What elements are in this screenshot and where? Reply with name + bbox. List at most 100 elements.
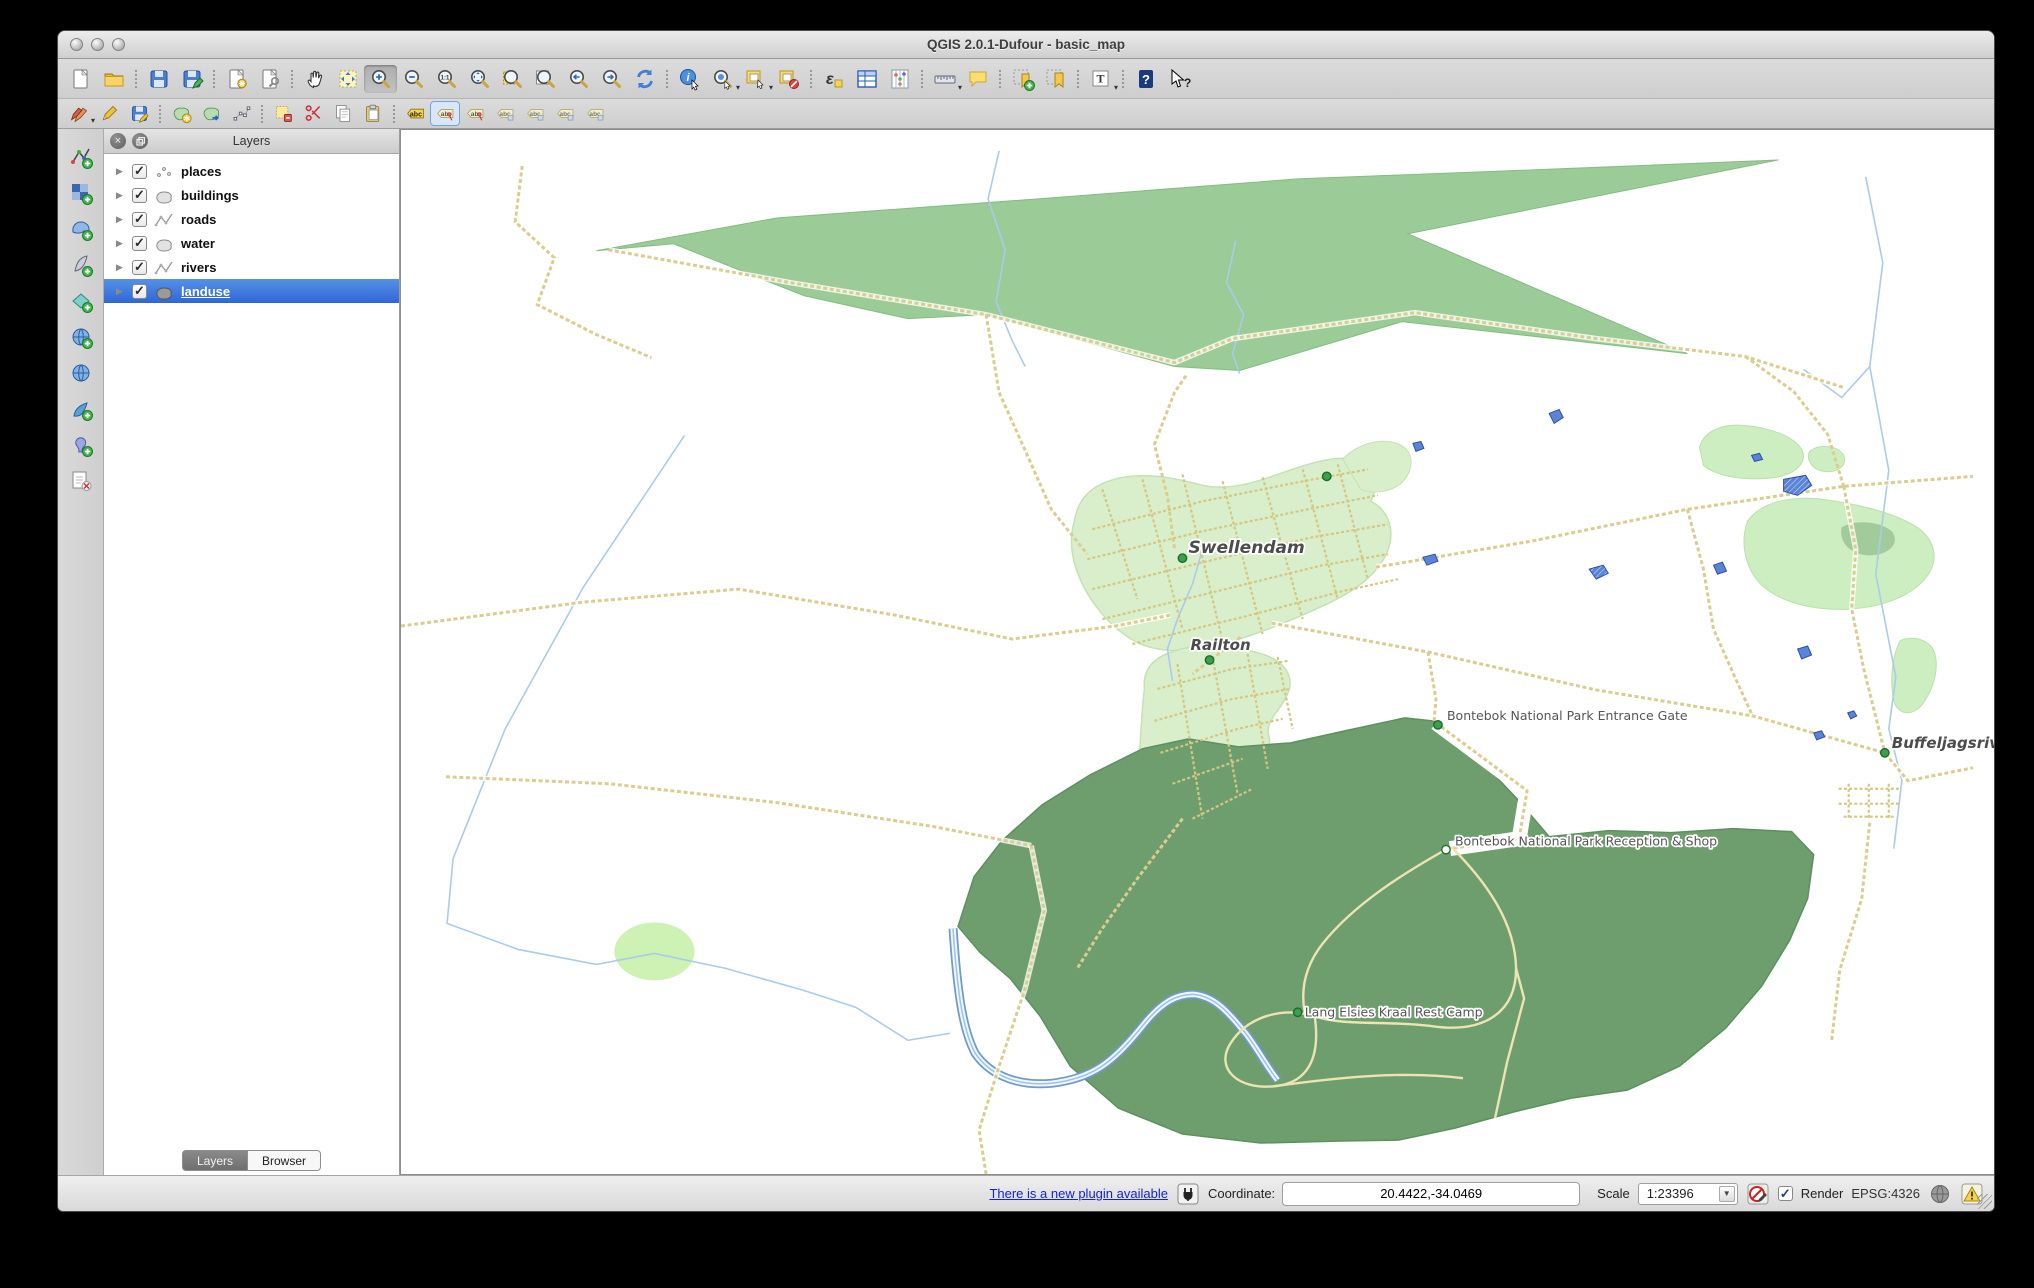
add-mssql-layer-button[interactable] — [63, 285, 99, 316]
zoom-to-layer-button[interactable] — [529, 65, 562, 93]
zoom-window-button[interactable] — [112, 38, 125, 51]
layer-visibility-checkbox[interactable]: ✓ — [132, 260, 147, 275]
select-features-button[interactable]: ▾ — [706, 65, 739, 93]
layer-symbol-icon — [153, 258, 175, 276]
layer-visibility-checkbox[interactable]: ✓ — [132, 284, 147, 299]
layer-item-rivers[interactable]: ▶✓rivers — [104, 255, 399, 279]
toolbar-separator — [133, 69, 139, 89]
new-print-composer-button[interactable] — [220, 65, 253, 93]
add-vector-layer-button[interactable] — [63, 141, 99, 172]
layer-symbol-icon — [153, 282, 175, 300]
add-spatialite-layer-button[interactable] — [63, 249, 99, 280]
layer-visibility-checkbox[interactable]: ✓ — [132, 164, 147, 179]
new-shapefile-layer-button[interactable] — [63, 465, 99, 496]
help-contents-button[interactable]: ? — [1129, 65, 1162, 93]
plugin-icon[interactable] — [1176, 1182, 1200, 1206]
add-postgis-layer-button[interactable] — [63, 213, 99, 244]
zoom-out-button[interactable] — [397, 65, 430, 93]
layer-name: water — [181, 236, 215, 251]
layer-name: landuse — [181, 284, 230, 299]
save-layer-edits-button[interactable] — [124, 101, 154, 126]
delete-selected-button[interactable] — [268, 101, 298, 126]
chevron-down-icon[interactable]: ▼ — [1719, 1186, 1735, 1202]
add-wcs-layer-button[interactable] — [63, 357, 99, 388]
labeling-options-button[interactable]: abc — [400, 101, 430, 126]
coordinate-input[interactable] — [1283, 1183, 1579, 1205]
pan-to-selection-button[interactable] — [331, 65, 364, 93]
new-project-button[interactable] — [64, 65, 97, 93]
copy-features-button[interactable] — [328, 101, 358, 126]
layer-item-buildings[interactable]: ▶✓buildings — [104, 183, 399, 207]
layer-visibility-checkbox[interactable]: ✓ — [132, 188, 147, 203]
add-raster-layer-button[interactable] — [63, 177, 99, 208]
statistical-summary-button[interactable] — [883, 65, 916, 93]
expand-arrow-icon[interactable]: ▶ — [116, 286, 126, 297]
dropdown-arrow-icon: ▾ — [1114, 83, 1118, 92]
whats-this-button[interactable]: ? — [1162, 65, 1195, 93]
new-bookmark-button[interactable] — [1006, 65, 1039, 93]
layer-item-landuse[interactable]: ▶ ✓ landuse — [104, 279, 399, 303]
rotate-label-button[interactable]: abc — [550, 101, 580, 126]
pan-map-button[interactable] — [298, 65, 331, 93]
show-hide-labels-button[interactable]: abc — [490, 101, 520, 126]
close-window-button[interactable] — [70, 38, 83, 51]
expand-arrow-icon[interactable]: ▶ — [116, 214, 126, 225]
expand-arrow-icon[interactable]: ▶ — [116, 166, 126, 177]
stop-rendering-icon[interactable] — [1746, 1182, 1770, 1206]
resize-grip[interactable] — [1977, 1194, 1992, 1209]
layer-item-roads[interactable]: ▶✓roads — [104, 207, 399, 231]
layer-item-water[interactable]: ▶ ✓ water — [104, 231, 399, 255]
highlight-pinned-labels-button[interactable]: ab — [460, 101, 490, 126]
expand-arrow-icon[interactable]: ▶ — [116, 238, 126, 249]
open-project-button[interactable] — [97, 65, 130, 93]
panel-tab-layers[interactable]: Layers — [182, 1150, 248, 1171]
add-wms-layer-button[interactable] — [63, 321, 99, 352]
pin-unpin-labels-button[interactable]: ab — [430, 101, 460, 126]
layer-item-places[interactable]: ▶✓places — [104, 159, 399, 183]
crs-globe-icon[interactable] — [1928, 1182, 1952, 1206]
deselect-all-button[interactable] — [772, 65, 805, 93]
toggle-editing-button[interactable] — [94, 101, 124, 126]
zoom-to-selection-button[interactable] — [496, 65, 529, 93]
node-tool-button[interactable] — [226, 101, 256, 126]
text-annotation-button[interactable]: T▾ — [1084, 65, 1117, 93]
panel-tab-browser[interactable]: Browser — [248, 1150, 321, 1171]
add-oracle-layer-button[interactable] — [63, 429, 99, 460]
paste-features-button[interactable] — [358, 101, 388, 126]
save-project-button[interactable] — [142, 65, 175, 93]
refresh-map-button[interactable] — [628, 65, 661, 93]
save-project-as-button[interactable] — [175, 65, 208, 93]
field-calculator-button[interactable]: ε — [817, 65, 850, 93]
toolbar-digitizing-labeling: ▾abcabababcabcabcabc — [58, 99, 1994, 129]
title-bar[interactable]: QGIS 2.0.1-Dufour - basic_map — [58, 31, 1994, 59]
identify-features-button[interactable]: i — [673, 65, 706, 93]
add-feature-button[interactable] — [166, 101, 196, 126]
scale-combobox[interactable]: 1:23396 ▼ — [1638, 1183, 1738, 1205]
zoom-actual-size-button[interactable]: 1:1 — [430, 65, 463, 93]
map-canvas[interactable]: SwellendamRailtonBontebok National Park … — [400, 129, 1994, 1175]
zoom-last-button[interactable] — [562, 65, 595, 93]
move-label-button[interactable]: abc — [520, 101, 550, 126]
zoom-next-button[interactable] — [595, 65, 628, 93]
measure-button[interactable]: ▾ — [928, 65, 961, 93]
current-edits-button[interactable]: ▾ — [64, 101, 94, 126]
attribute-table-button[interactable] — [850, 65, 883, 93]
select-by-rectangle-button[interactable]: ▾ — [739, 65, 772, 93]
expand-arrow-icon[interactable]: ▶ — [116, 190, 126, 201]
show-bookmarks-button[interactable] — [1039, 65, 1072, 93]
minimize-window-button[interactable] — [91, 38, 104, 51]
move-feature-button[interactable] — [196, 101, 226, 126]
layer-visibility-checkbox[interactable]: ✓ — [132, 212, 147, 227]
cut-features-button[interactable] — [298, 101, 328, 126]
zoom-full-extent-button[interactable] — [463, 65, 496, 93]
render-checkbox[interactable]: ✓ — [1778, 1186, 1793, 1201]
layer-visibility-checkbox[interactable]: ✓ — [132, 236, 147, 251]
map-tips-button[interactable] — [961, 65, 994, 93]
expand-arrow-icon[interactable]: ▶ — [116, 262, 126, 273]
svg-text:?: ? — [1184, 76, 1191, 90]
change-label-properties-button[interactable]: abc — [580, 101, 610, 126]
zoom-in-button[interactable] — [364, 65, 397, 93]
composer-manager-button[interactable] — [253, 65, 286, 93]
add-wfs-layer-button[interactable] — [63, 393, 99, 424]
plugin-available-link[interactable]: There is a new plugin available — [989, 1186, 1168, 1201]
